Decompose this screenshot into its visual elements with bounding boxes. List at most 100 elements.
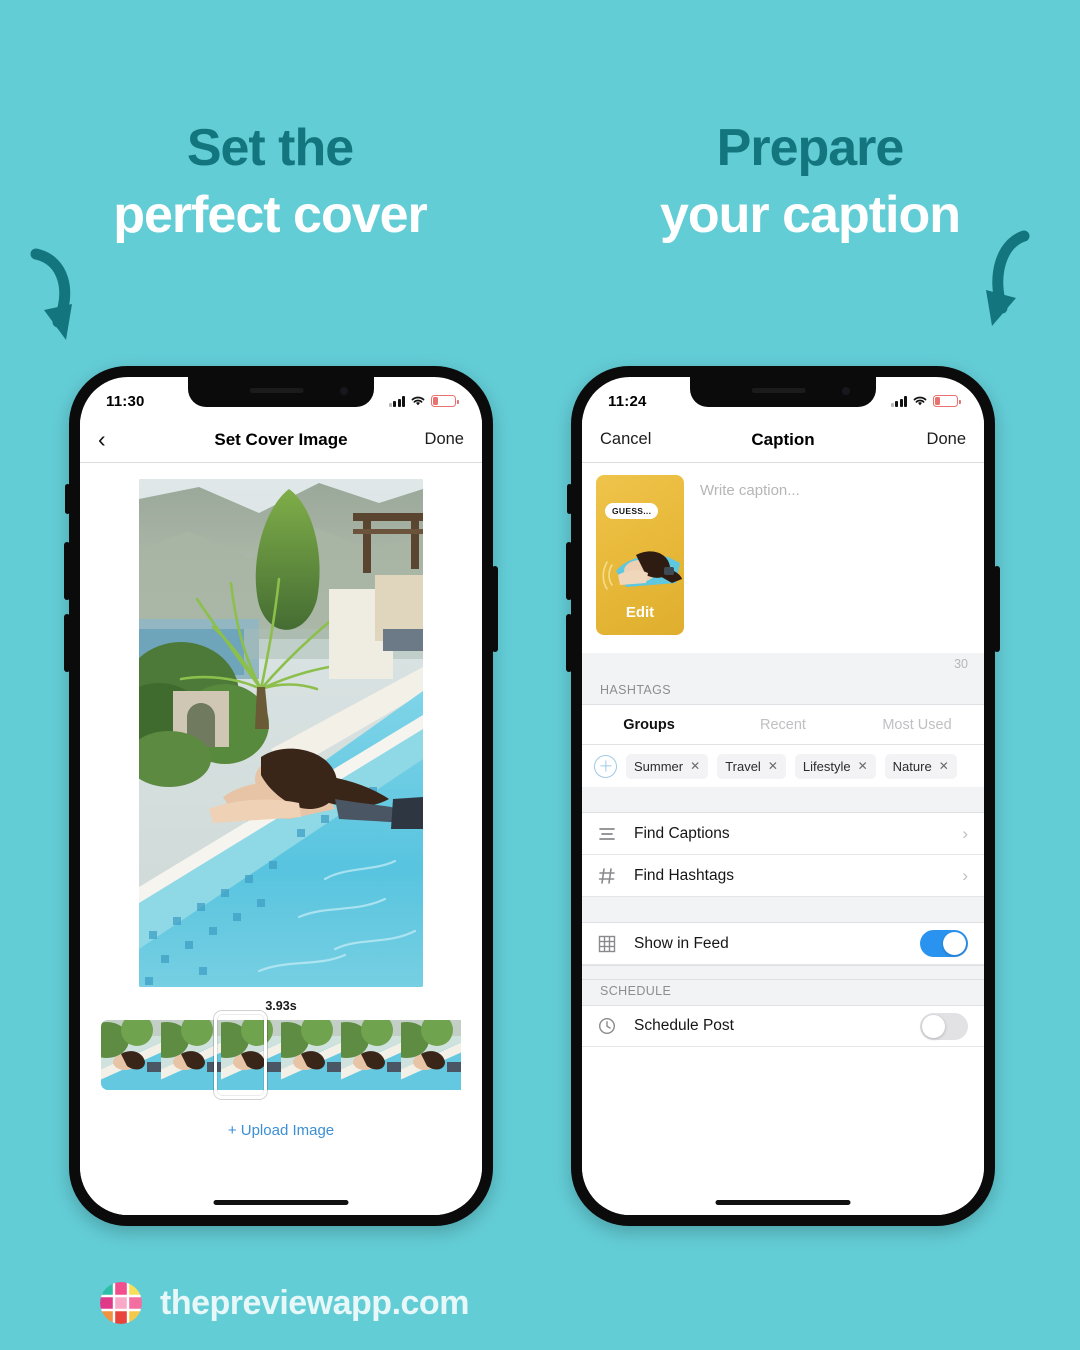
wifi-icon: [411, 396, 425, 406]
close-icon[interactable]: ✕: [858, 759, 868, 773]
heading-right-line1: Prepare: [716, 119, 905, 177]
phones-row: 11:30 ‹ Set Cover Image Done 3.93s + Upl…: [0, 366, 1080, 1230]
front-camera-icon: [842, 387, 850, 395]
status-time: 11:24: [608, 392, 647, 410]
footer-brand-text: thepreviewapp.com: [160, 1283, 469, 1322]
chip-label: Lifestyle: [802, 758, 851, 774]
cover-preview-wrap: [80, 463, 482, 987]
chevron-left-icon: ‹: [98, 425, 106, 452]
post-thumbnail[interactable]: GUESS... Edit: [596, 475, 684, 635]
footer-branding: thepreviewapp.com: [100, 1282, 469, 1324]
home-indicator[interactable]: [213, 1200, 349, 1205]
done-button[interactable]: Done: [906, 430, 966, 449]
back-button[interactable]: ‹: [98, 425, 158, 452]
filmstrip-frame[interactable]: [101, 1020, 161, 1090]
curved-arrow-down-left-icon: [976, 228, 1036, 343]
filmstrip-frame[interactable]: [281, 1020, 341, 1090]
schedule-post-toggle[interactable]: [920, 1012, 968, 1040]
row-label: Schedule Post: [634, 1017, 734, 1034]
frame-duration-label: 3.93s: [265, 999, 297, 1013]
clock-icon: [598, 1017, 628, 1035]
volume-down-button[interactable]: [64, 614, 70, 672]
guess-sticker: GUESS...: [605, 503, 659, 519]
cover-image[interactable]: [139, 479, 423, 987]
earpiece-speaker: [249, 388, 304, 393]
close-icon[interactable]: ✕: [939, 759, 949, 773]
chip-label: Travel: [725, 758, 761, 774]
show-in-feed-toggle[interactable]: [920, 930, 968, 957]
volume-up-button[interactable]: [64, 542, 70, 600]
close-icon[interactable]: ✕: [690, 759, 700, 773]
chip-summer[interactable]: Summer ✕: [626, 753, 709, 779]
power-button[interactable]: [492, 566, 498, 652]
headings-block: Set the perfect cover Prepare your capti…: [0, 118, 1080, 253]
caption-char-counter: 30: [582, 653, 984, 679]
row-label: Find Captions: [634, 824, 730, 842]
section-gap: [582, 965, 984, 980]
row-find-hashtags[interactable]: Find Hashtags ›: [582, 855, 984, 897]
page-title: Caption: [751, 429, 815, 449]
hashtags-section-label: HASHTAGS: [582, 679, 984, 705]
wifi-icon: [913, 396, 927, 406]
nav-bar-right: Cancel Caption Done: [582, 417, 984, 463]
row-label: Show in Feed: [634, 934, 729, 952]
volume-up-button[interactable]: [566, 542, 572, 600]
earpiece-speaker: [751, 388, 806, 393]
filmstrip-frame[interactable]: [401, 1020, 461, 1090]
caption-editor-area: GUESS... Edit Write caption...: [582, 463, 984, 653]
plus-circle-icon[interactable]: [594, 754, 617, 778]
row-show-in-feed[interactable]: Show in Feed: [582, 923, 984, 965]
home-indicator[interactable]: [715, 1200, 851, 1205]
silent-switch[interactable]: [65, 484, 70, 514]
section-gap: [582, 787, 984, 813]
thumbnail-photo: [602, 551, 682, 590]
section-gap: [582, 897, 984, 923]
chip-travel[interactable]: Travel ✕: [717, 753, 786, 779]
cover-filmstrip[interactable]: [101, 1011, 461, 1099]
hashtag-tabs: Groups Recent Most Used: [582, 705, 984, 745]
status-icons: [388, 395, 459, 407]
edit-thumbnail-button[interactable]: Edit: [596, 604, 684, 621]
signal-bars-icon: [890, 395, 907, 407]
volume-down-button[interactable]: [566, 614, 572, 672]
notch: [690, 377, 876, 407]
tab-most-used[interactable]: Most Used: [850, 717, 984, 733]
heading-left-line1: Set the: [186, 119, 354, 177]
front-camera-icon: [340, 387, 348, 395]
tab-recent[interactable]: Recent: [716, 717, 850, 733]
upload-image-button[interactable]: + Upload Image: [80, 1122, 482, 1139]
curved-arrow-down-right-icon: [28, 248, 88, 353]
signal-bars-icon: [388, 395, 405, 407]
close-icon[interactable]: ✕: [768, 759, 778, 773]
filmstrip-selection-handle[interactable]: [214, 1011, 267, 1099]
phone-left-screen: 11:30 ‹ Set Cover Image Done 3.93s + Upl…: [80, 377, 482, 1215]
row-label: Find Hashtags: [634, 866, 734, 884]
chevron-right-icon: ›: [962, 865, 968, 885]
cancel-button[interactable]: Cancel: [600, 430, 660, 449]
hashtag-group-chips[interactable]: Summer ✕ Travel ✕ Lifestyle ✕ Nature ✕: [582, 745, 984, 787]
filmstrip-frame[interactable]: [341, 1020, 401, 1090]
caption-input[interactable]: Write caption...: [684, 475, 970, 639]
schedule-section-label: SCHEDULE: [582, 980, 984, 1005]
row-schedule-post[interactable]: Schedule Post: [582, 1005, 984, 1047]
preview-grid-logo-icon: [100, 1282, 142, 1324]
heading-left: Set the perfect cover: [0, 118, 540, 253]
done-button[interactable]: Done: [404, 430, 464, 449]
notch: [188, 377, 374, 407]
chip-lifestyle[interactable]: Lifestyle ✕: [794, 753, 876, 779]
battery-low-icon: [431, 395, 459, 407]
chip-label: Nature: [892, 758, 932, 774]
page-title: Set Cover Image: [214, 429, 348, 449]
list-lines-icon: [598, 827, 628, 841]
phone-right-caption: 11:24 Cancel Caption Done GUESS... Edit …: [566, 366, 1000, 1226]
chevron-right-icon: ›: [962, 823, 968, 843]
phone-left-set-cover: 11:30 ‹ Set Cover Image Done 3.93s + Upl…: [64, 366, 498, 1226]
row-find-captions[interactable]: Find Captions ›: [582, 813, 984, 855]
silent-switch[interactable]: [567, 484, 572, 514]
phone-right-screen: 11:24 Cancel Caption Done GUESS... Edit …: [582, 377, 984, 1215]
power-button[interactable]: [994, 566, 1000, 652]
chip-nature[interactable]: Nature ✕: [884, 753, 957, 779]
tab-groups[interactable]: Groups: [582, 717, 716, 733]
grid-icon: [598, 935, 628, 953]
filmstrip-frame[interactable]: [161, 1020, 221, 1090]
